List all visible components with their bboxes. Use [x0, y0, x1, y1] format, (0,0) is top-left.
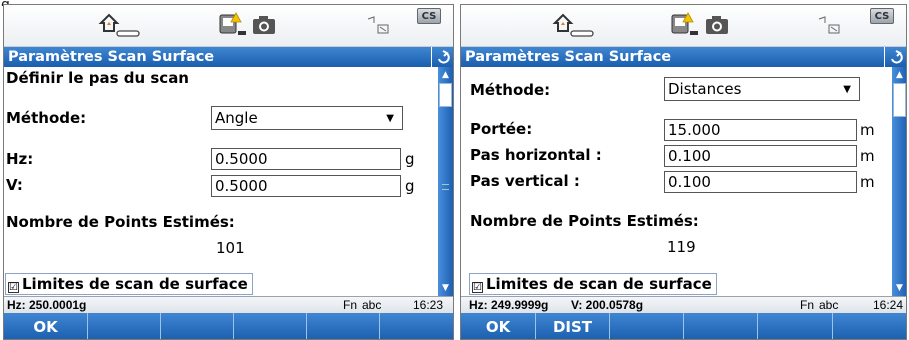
v-input[interactable]: 0.5000 [211, 175, 401, 197]
scroll-down-icon[interactable]: ▼ [892, 280, 906, 296]
top-status-bar: CS [461, 5, 906, 47]
method-value: Angle [215, 109, 258, 127]
status-fn: Fn [800, 298, 815, 312]
softkey-5[interactable] [307, 313, 380, 339]
target-prism-icon[interactable] [366, 11, 392, 39]
softkey-ok[interactable]: OK [461, 313, 536, 339]
status-bar: Hz: 249.9999g V: 200.0578g Fn abc 16:24 [461, 296, 906, 313]
scroll-down-icon[interactable]: ▼ [438, 280, 453, 296]
scroll-grip-icon [442, 184, 449, 190]
top-status-bar: CS [4, 5, 453, 47]
range-input[interactable]: 15.000 [664, 119, 857, 141]
surface-limits-checkbox[interactable]: ☑ Limites de scan de surface [469, 273, 717, 295]
cs-badge-icon: CS [417, 8, 441, 24]
checkbox-label: Limites de scan de surface [486, 275, 712, 293]
method-label: Méthode: [470, 81, 551, 99]
range-label: Portée: [470, 120, 533, 138]
home-station-icon[interactable] [97, 11, 141, 39]
back-arrow-icon[interactable] [884, 47, 906, 67]
estimate-value: 101 [216, 239, 245, 257]
softkey-dist[interactable]: DIST [536, 313, 610, 339]
chevron-down-icon: ▼ [386, 113, 394, 124]
status-bar: Hz: 250.0001g Fn abc 16:23 [4, 296, 453, 313]
title-bar: Paramètres Scan Surface [461, 47, 906, 67]
softkey-bar: OK [4, 313, 453, 339]
vstep-input[interactable]: 0.100 [664, 171, 857, 193]
camera-icon[interactable] [704, 11, 730, 39]
status-time: 16:23 [413, 298, 444, 312]
status-fn: Fn [343, 298, 358, 312]
v-label: V: [6, 176, 23, 194]
softkey-4[interactable] [234, 313, 307, 339]
status-hz: Hz: 250.0001g [7, 298, 87, 312]
form-content: Méthode: Distances ▼ Portée: 15.000 m Pa… [461, 67, 892, 296]
v-unit: g [405, 177, 415, 195]
vstep-unit: m [860, 173, 875, 191]
softkey-bar: OK DIST [461, 313, 906, 339]
softkey-ok[interactable]: OK [4, 313, 88, 339]
screen-right: CS Paramètres Scan Surface Méthode: Dist… [460, 4, 907, 340]
method-select[interactable]: Angle ▼ [211, 106, 403, 130]
home-station-icon[interactable] [551, 11, 595, 39]
scroll-up-icon[interactable]: ▲ [438, 67, 453, 83]
status-time: 16:24 [873, 298, 904, 312]
scroll-thumb[interactable] [439, 83, 452, 107]
estimate-value: 119 [667, 238, 696, 256]
checkbox-checked-icon: ☑ [472, 282, 483, 293]
back-arrow-icon[interactable] [431, 47, 453, 67]
cs-badge-icon: CS [870, 8, 894, 24]
scrollbar[interactable]: ▲ ▼ [892, 67, 906, 296]
estimate-label: Nombre de Points Estimés: [6, 213, 235, 231]
section-heading: Définir le pas du scan [6, 69, 189, 87]
vstep-label: Pas vertical : [470, 172, 580, 190]
hz-label: Hz: [6, 150, 34, 168]
hstep-label: Pas horizontal : [470, 146, 602, 164]
method-label: Méthode: [6, 109, 87, 127]
battery-warning-icon[interactable] [216, 11, 248, 39]
scroll-up-icon[interactable]: ▲ [892, 67, 906, 83]
softkey-5[interactable] [758, 313, 833, 339]
chevron-down-icon: ▼ [843, 84, 851, 95]
scrollbar[interactable]: ▲ ▼ [438, 67, 453, 296]
softkey-6[interactable] [833, 313, 906, 339]
hstep-input[interactable]: 0.100 [664, 145, 857, 167]
battery-warning-icon[interactable] [668, 11, 700, 39]
form-content: Définir le pas du scan Méthode: Angle ▼ … [4, 67, 438, 296]
camera-icon[interactable] [251, 11, 277, 39]
softkey-6[interactable] [380, 313, 453, 339]
status-abc: abc [819, 298, 839, 312]
scroll-thumb[interactable] [893, 83, 906, 117]
target-prism-icon[interactable] [817, 11, 843, 39]
method-value: Distances [668, 80, 742, 98]
method-select[interactable]: Distances ▼ [664, 77, 860, 101]
title-bar: Paramètres Scan Surface [4, 47, 453, 67]
hstep-unit: m [860, 147, 875, 165]
range-unit: m [860, 121, 875, 139]
checkbox-checked-icon: ☑ [8, 282, 19, 293]
hz-unit: g [405, 150, 415, 168]
surface-limits-checkbox[interactable]: ☑ Limites de scan de surface [5, 273, 253, 295]
checkbox-label: Limites de scan de surface [22, 275, 248, 293]
status-abc: abc [362, 298, 382, 312]
estimate-label: Nombre de Points Estimés: [470, 212, 699, 230]
softkey-4[interactable] [684, 313, 758, 339]
screen-left: CS Paramètres Scan Surface Définir le pa… [3, 4, 454, 340]
status-v: V: 200.0578g [571, 298, 644, 312]
softkey-2[interactable] [88, 313, 161, 339]
softkey-3[interactable] [610, 313, 684, 339]
softkey-3[interactable] [161, 313, 234, 339]
status-hz: Hz: 249.9999g [469, 298, 549, 312]
hz-input[interactable]: 0.5000 [211, 148, 401, 170]
page-title: Paramètres Scan Surface [8, 49, 215, 65]
page-title: Paramètres Scan Surface [465, 49, 672, 65]
